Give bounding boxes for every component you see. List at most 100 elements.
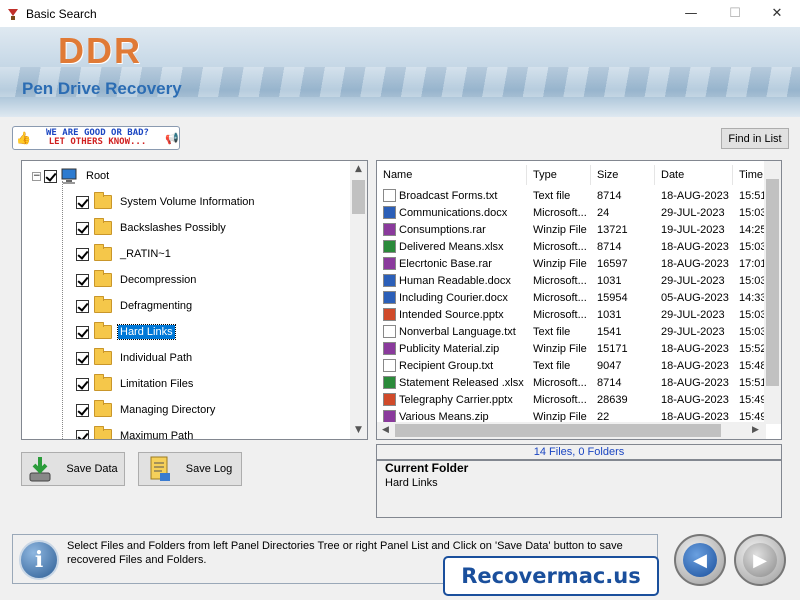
list-hscrollbar[interactable]: ◀ ▶: [377, 422, 766, 439]
cell-size: 8714: [597, 376, 622, 389]
tree-item-checkbox[interactable]: [76, 377, 89, 391]
list-row[interactable]: Including Courier.docx Microsoft... 15954 0…: [381, 289, 767, 306]
list-hscroll-thumb[interactable]: [395, 424, 721, 437]
scroll-right-icon[interactable]: ▶: [747, 422, 764, 439]
tree-item[interactable]: Backslashes Possibly: [76, 215, 228, 241]
tree-item-checkbox[interactable]: [76, 299, 89, 313]
tree-item-checkbox[interactable]: [76, 351, 89, 365]
tree-item[interactable]: Limitation Files: [76, 371, 195, 397]
tree-item[interactable]: System Volume Information: [76, 189, 257, 215]
list-row[interactable]: Recipient Group.txt Text file 9047 18-AUG-2…: [381, 357, 767, 374]
maximize-button[interactable]: ☐: [712, 0, 758, 27]
cell-date: 29-JUL-2023: [661, 325, 725, 338]
cell-name: Nonverbal Language.txt: [399, 325, 516, 338]
file-list[interactable]: Name Type Size Date Time Broadcast Forms…: [376, 160, 782, 440]
list-row[interactable]: Human Readable.docx Microsoft... 1031 29-JU…: [381, 272, 767, 289]
tree-item-label: Managing Directory: [120, 404, 216, 416]
cell-type: Microsoft...: [533, 240, 587, 253]
tree-item-checkbox[interactable]: [76, 247, 89, 261]
tree-item[interactable]: Decompression: [76, 267, 198, 293]
cell-name: Publicity Material.zip: [399, 342, 500, 355]
list-vscroll-thumb[interactable]: [766, 179, 779, 386]
save-data-button[interactable]: Save Data: [21, 452, 125, 486]
back-button[interactable]: ◀: [674, 534, 726, 586]
minimize-button[interactable]: —: [668, 0, 714, 27]
tree-item[interactable]: Hard Links: [76, 319, 176, 345]
cell-name: Statement Released .xlsx: [399, 376, 524, 389]
tree-item-checkbox[interactable]: [76, 429, 89, 439]
folder-icon: [94, 348, 112, 365]
tree-scroll-thumb[interactable]: [352, 180, 365, 214]
cell-type: Text file: [533, 325, 571, 338]
root-checkbox[interactable]: [44, 169, 57, 183]
log-icon: [150, 456, 170, 481]
pptx-file-icon: [383, 308, 396, 321]
xlsx-file-icon: [383, 376, 396, 389]
column-header-size[interactable]: Size: [591, 165, 655, 185]
cell-time: 15:03: [739, 308, 767, 321]
cell-size: 1031: [597, 274, 622, 287]
tree-root[interactable]: − Root: [32, 163, 111, 189]
tree-item[interactable]: _RATIN~1: [76, 241, 173, 267]
cell-size: 9047: [597, 359, 622, 372]
list-row[interactable]: Broadcast Forms.txt Text file 8714 18-AUG-2…: [381, 187, 767, 204]
save-log-label: Save Log: [185, 463, 233, 475]
list-row[interactable]: Statement Released .xlsx Microsoft... 8714…: [381, 374, 767, 391]
cell-date: 18-AUG-2023: [661, 410, 729, 423]
docx-file-icon: [383, 274, 396, 287]
list-row[interactable]: Elecrtonic Base.rar Winzip File 16597 18-AU…: [381, 255, 767, 272]
column-header-date[interactable]: Date: [655, 165, 733, 185]
tree-item-checkbox[interactable]: [76, 221, 89, 235]
tree-connector: [62, 181, 63, 439]
cell-size: 22: [597, 410, 610, 423]
title-bar: Basic Search — ☐ ✕: [0, 0, 800, 27]
tree-scrollbar[interactable]: ▲ ▼: [350, 161, 367, 439]
current-folder-value: Hard Links: [385, 477, 438, 489]
megaphone-icon: 📢: [165, 131, 179, 145]
column-header-name[interactable]: Name: [377, 165, 527, 185]
cell-date: 18-AUG-2023: [661, 376, 729, 389]
list-row[interactable]: Delivered Means.xlsx Microsoft... 8714 18-A…: [381, 238, 767, 255]
scroll-up-icon[interactable]: ▲: [350, 161, 367, 178]
find-in-list-button[interactable]: Find in List: [721, 128, 789, 149]
directory-tree[interactable]: − Root System Volume Information Backslas…: [21, 160, 368, 440]
cell-time: 15:52: [739, 342, 767, 355]
scroll-left-icon[interactable]: ◀: [377, 422, 394, 439]
cell-size: 8714: [597, 240, 622, 253]
tree-item[interactable]: Maximum Path: [76, 423, 195, 439]
cell-date: 19-JUL-2023: [661, 223, 725, 236]
scroll-down-icon[interactable]: ▼: [350, 422, 367, 439]
column-header-time[interactable]: Time: [733, 165, 767, 185]
list-row[interactable]: Nonverbal Language.txt Text file 1541 29-JU…: [381, 323, 767, 340]
current-folder-heading: Current Folder: [385, 461, 469, 475]
list-row[interactable]: Telegraphy Carrier.pptx Microsoft... 28639…: [381, 391, 767, 408]
back-arrow-icon: ◀: [683, 543, 717, 577]
list-vscrollbar[interactable]: [764, 161, 781, 424]
tree-item-checkbox[interactable]: [76, 403, 89, 417]
app-icon: [8, 8, 18, 20]
column-header-type[interactable]: Type: [527, 165, 591, 185]
tree-item-checkbox[interactable]: [76, 325, 89, 339]
tree-item[interactable]: Individual Path: [76, 345, 194, 371]
close-button[interactable]: ✕: [754, 0, 800, 27]
list-row[interactable]: Consumptions.rar Winzip File 13721 19-JUL-2…: [381, 221, 767, 238]
list-row[interactable]: Intended Source.pptx Microsoft... 1031 29-J…: [381, 306, 767, 323]
cell-date: 18-AUG-2023: [661, 189, 729, 202]
zip-file-icon: [383, 342, 396, 355]
tree-item[interactable]: Defragmenting: [76, 293, 194, 319]
cell-size: 1031: [597, 308, 622, 321]
feedback-button[interactable]: 👍 WE ARE GOOD OR BAD? LET OTHERS KNOW...…: [12, 126, 180, 150]
save-log-button[interactable]: Save Log: [138, 452, 242, 486]
next-button[interactable]: ▶: [734, 534, 786, 586]
collapse-icon[interactable]: −: [32, 171, 41, 181]
tree-item-checkbox[interactable]: [76, 273, 89, 287]
header-banner: DDR Pen Drive Recovery: [0, 27, 800, 117]
cell-date: 29-JUL-2023: [661, 274, 725, 287]
folder-icon: [94, 322, 112, 339]
folder-icon: [94, 244, 112, 261]
tree-item-checkbox[interactable]: [76, 195, 89, 209]
list-row[interactable]: Communications.docx Microsoft... 24 29-JUL-…: [381, 204, 767, 221]
cell-time: 15:51: [739, 189, 767, 202]
list-row[interactable]: Publicity Material.zip Winzip File 15171 18…: [381, 340, 767, 357]
tree-item[interactable]: Managing Directory: [76, 397, 217, 423]
